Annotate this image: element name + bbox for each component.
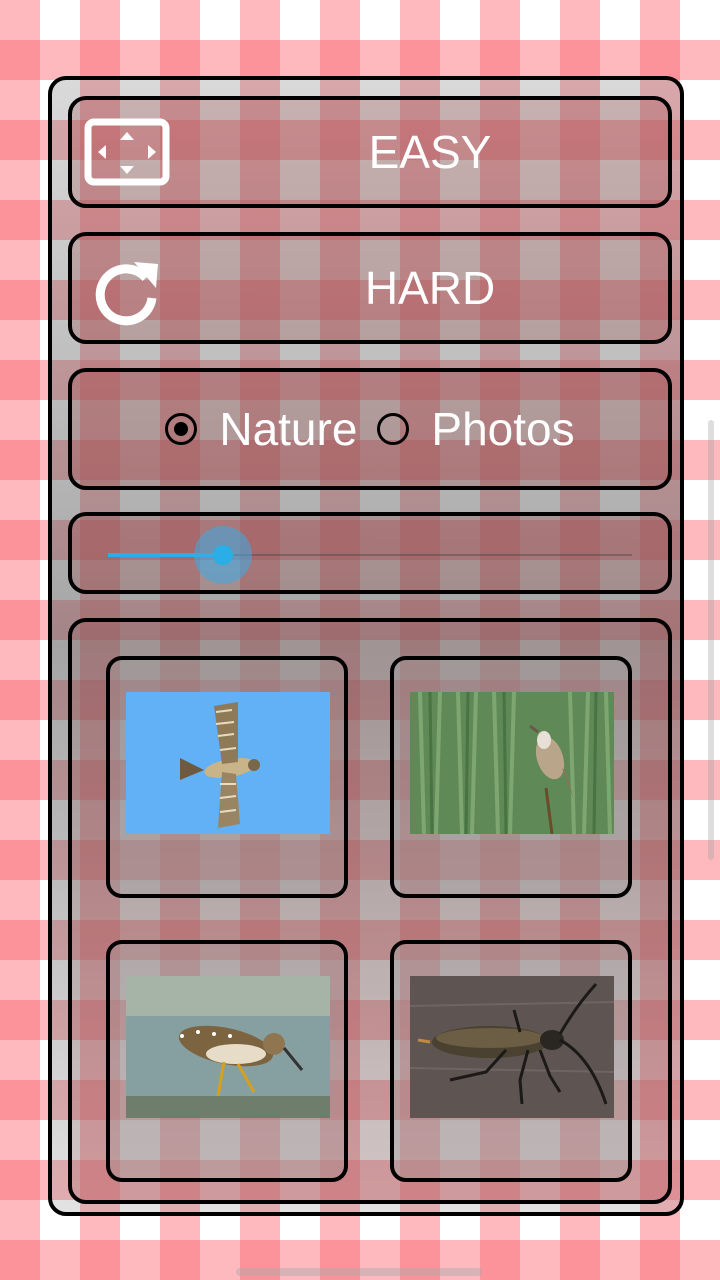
refresh-icon xyxy=(95,262,158,326)
hard-label: HARD xyxy=(364,262,496,314)
sandpiper-photo xyxy=(126,976,330,1118)
easy-label: EASY xyxy=(368,126,492,178)
radio-nature[interactable]: Nature xyxy=(165,402,357,456)
radio-photos-label: Photos xyxy=(431,403,575,455)
warbler-photo xyxy=(410,692,614,834)
radio-unchecked-icon xyxy=(377,413,410,445)
radio-photos[interactable]: Photos xyxy=(377,402,575,456)
image-card-warbler[interactable] xyxy=(390,656,632,898)
slider-track[interactable] xyxy=(108,526,632,584)
image-card-sandpiper[interactable] xyxy=(106,940,348,1182)
hawk-photo xyxy=(126,692,330,834)
category-selector: Nature Photos xyxy=(68,368,672,490)
radio-checked-icon xyxy=(165,413,198,445)
vertical-scrollbar[interactable] xyxy=(708,420,714,860)
easy-button[interactable]: EASY xyxy=(68,96,672,208)
horizontal-scrollbar[interactable] xyxy=(236,1268,482,1276)
beetle-photo xyxy=(410,976,614,1118)
image-card-beetle[interactable] xyxy=(390,940,632,1182)
radio-nature-label: Nature xyxy=(219,403,358,455)
image-card-hawk[interactable] xyxy=(106,656,348,898)
difficulty-slider-container xyxy=(68,512,672,594)
hard-button[interactable]: HARD xyxy=(68,232,672,344)
fullscreen-icon xyxy=(84,118,170,186)
